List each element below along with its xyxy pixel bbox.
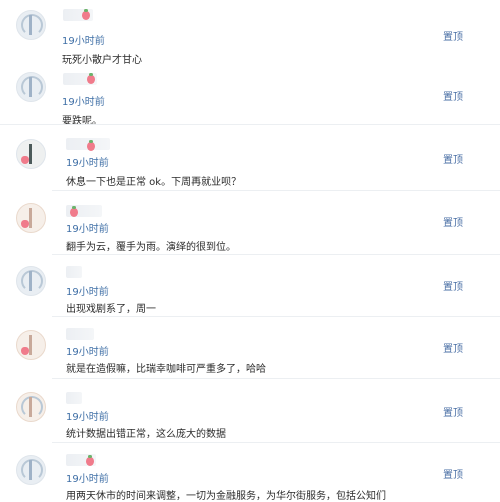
avatar-strawberry-icon (21, 220, 29, 228)
username-blurred[interactable] (66, 266, 82, 278)
avatar-arch-icon (21, 76, 43, 98)
avatar-strawberry-icon (21, 347, 29, 355)
avatar-pillar-icon (29, 77, 32, 97)
comment-text: 玩死小散户才甘心 (62, 55, 142, 66)
comment-text: 翻手为云，覆手为雨。演绎的很到位。 (66, 242, 236, 253)
comment-time: 19小时前 (66, 347, 109, 358)
comment-time: 19小时前 (66, 224, 109, 235)
comment-time: 19小时前 (62, 97, 105, 108)
username-blurred[interactable] (66, 392, 82, 404)
user-avatar[interactable] (16, 266, 46, 296)
pin-button[interactable]: 置顶 (443, 340, 463, 355)
comment-text: 统计数据出错正常，这么庞大的数据 (66, 429, 226, 440)
divider (0, 124, 500, 125)
comment-text: 出现戏剧系了，周一 (66, 304, 156, 315)
avatar-arch-icon (21, 396, 43, 418)
pin-button[interactable]: 置顶 (443, 88, 463, 103)
comment-time: 19小时前 (66, 158, 109, 169)
comment-text: 就是在造假嘛，比瑞幸咖啡可严重多了，哈哈 (66, 364, 266, 375)
comment-time: 19小时前 (66, 412, 109, 423)
pin-button[interactable]: 置顶 (443, 466, 463, 481)
avatar-pillar-icon (29, 460, 32, 480)
user-avatar[interactable] (16, 10, 46, 40)
comment-time: 19小时前 (66, 474, 109, 485)
username-blurred[interactable] (66, 328, 94, 340)
avatar-pillar-icon (29, 208, 32, 228)
strawberry-badge-icon (87, 140, 95, 151)
divider (52, 378, 500, 379)
divider (52, 316, 500, 317)
avatar-pillar-icon (29, 397, 32, 417)
avatar-arch-icon (21, 459, 43, 481)
pin-button[interactable]: 置顶 (443, 214, 463, 229)
strawberry-badge-icon (86, 455, 94, 466)
avatar-pillar-icon (29, 15, 32, 35)
divider (52, 442, 500, 443)
divider (52, 190, 500, 191)
user-avatar[interactable] (16, 455, 46, 485)
pin-button[interactable]: 置顶 (443, 151, 463, 166)
user-avatar[interactable] (16, 392, 46, 422)
user-avatar[interactable] (16, 139, 46, 169)
avatar-arch-icon (21, 270, 43, 292)
avatar-pillar-icon (29, 144, 32, 164)
pin-button[interactable]: 置顶 (443, 28, 463, 43)
avatar-strawberry-icon (21, 156, 29, 164)
pin-button[interactable]: 置顶 (443, 278, 463, 293)
strawberry-badge-icon (70, 206, 78, 217)
avatar-pillar-icon (29, 271, 32, 291)
user-avatar[interactable] (16, 203, 46, 233)
comment-list: 19小时前 玩死小散户才甘心 置顶 19小时前 要跌呢。 置顶 19小时前 休息… (0, 0, 500, 502)
strawberry-badge-icon (87, 73, 95, 84)
divider (52, 254, 500, 255)
comment-text: 休息一下也是正常 ok。下周再就业呗？ (66, 177, 242, 188)
strawberry-badge-icon (82, 9, 90, 20)
avatar-pillar-icon (29, 335, 32, 355)
user-avatar[interactable] (16, 330, 46, 360)
comment-time: 19小时前 (66, 287, 109, 298)
avatar-arch-icon (21, 14, 43, 36)
user-avatar[interactable] (16, 72, 46, 102)
pin-button[interactable]: 置顶 (443, 404, 463, 419)
comment-time: 19小时前 (62, 36, 105, 47)
